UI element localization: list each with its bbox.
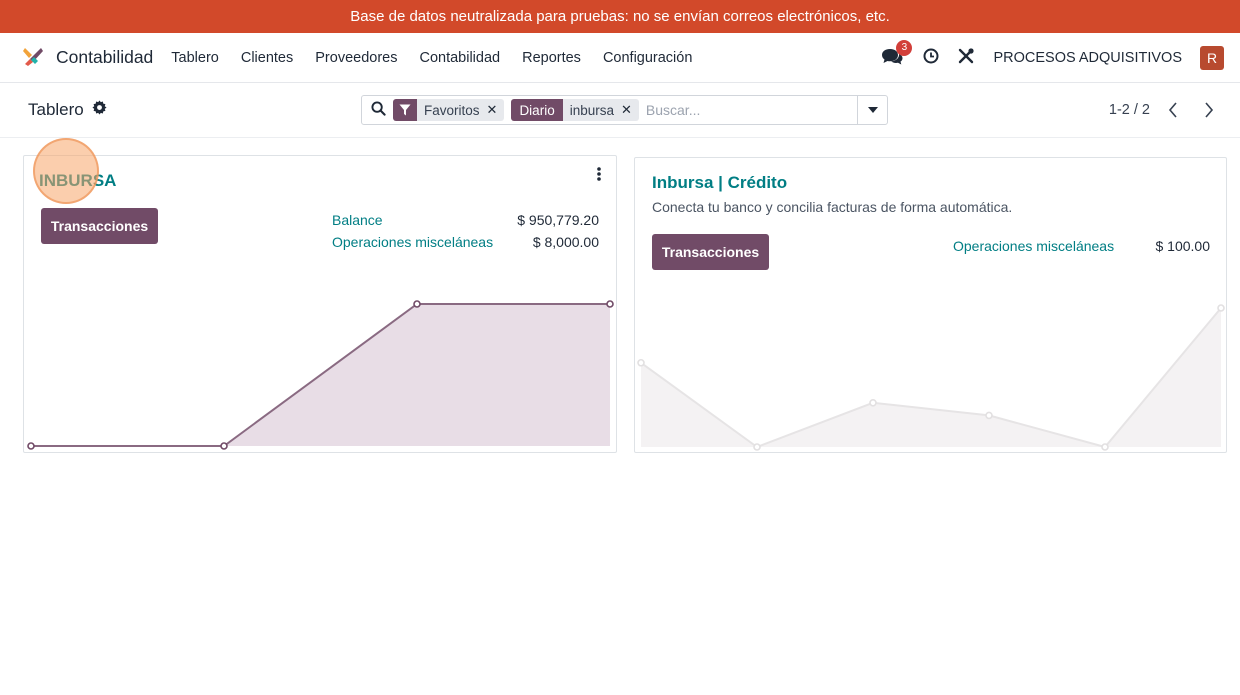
- company-switcher[interactable]: PROCESOS ADQUISITIVOS: [993, 50, 1182, 66]
- gear-icon[interactable]: [92, 100, 107, 120]
- menu-item-reportes[interactable]: Reportes: [522, 50, 581, 66]
- search-input[interactable]: [645, 102, 816, 118]
- banner-text: Base de datos neutralizada para pruebas:…: [350, 8, 890, 25]
- app-name: Contabilidad: [56, 47, 154, 67]
- user-avatar[interactable]: R: [1200, 45, 1224, 70]
- accounting-logo-icon: [22, 45, 44, 71]
- menu-item-tablero[interactable]: Tablero: [171, 50, 219, 66]
- chart-point: [606, 300, 614, 308]
- chart-point: [413, 300, 421, 308]
- chart-point: [985, 411, 993, 420]
- sample-area-chart[interactable]: [635, 158, 1228, 454]
- pager-value[interactable]: 1-2 / 2: [1109, 102, 1150, 118]
- menu-item-proveedores[interactable]: Proveedores: [315, 50, 397, 66]
- clock-icon[interactable]: [923, 48, 939, 68]
- facet-diario-values: inbursa ✕: [562, 99, 639, 121]
- chat-count-badge: 3: [896, 39, 913, 56]
- tools-icon[interactable]: [957, 47, 975, 69]
- facet-favoritos: Favoritos ✕: [393, 99, 505, 121]
- chart-point: [869, 398, 877, 407]
- facet-diario-tag: Diario: [511, 99, 563, 121]
- neutralized-database-banner: Base de datos neutralizada para pruebas:…: [0, 0, 1240, 33]
- app-brand[interactable]: Contabilidad: [22, 45, 153, 71]
- remove-facet-favoritos-icon[interactable]: ✕: [487, 102, 498, 118]
- chart-point: [753, 443, 761, 451]
- top-navbar: Contabilidad Tablero Clientes Proveedore…: [0, 33, 1240, 83]
- journal-card-inbursa-credito: Inbursa | Crédito Conecta tu banco y con…: [634, 157, 1227, 453]
- facet-diario: Diario inbursa ✕: [511, 99, 639, 121]
- menu-item-configuracion[interactable]: Configuración: [603, 50, 692, 66]
- facet-diario-label: inbursa: [569, 102, 614, 118]
- breadcrumb: Tablero: [28, 100, 107, 120]
- chevron-right-icon: [1205, 102, 1214, 118]
- menu-item-clientes[interactable]: Clientes: [241, 50, 293, 66]
- page-title: Tablero: [28, 100, 84, 119]
- chart-point: [1101, 443, 1109, 451]
- remove-facet-diario-icon[interactable]: ✕: [621, 102, 632, 118]
- caret-down-icon[interactable]: [857, 96, 887, 124]
- chart-point: [27, 442, 35, 450]
- search-icon[interactable]: [371, 101, 386, 119]
- facet-favoritos-label: Favoritos: [424, 102, 480, 118]
- control-panel: Tablero Favoritos ✕ Diario inbursa ✕ Bus…: [0, 83, 1240, 138]
- messaging-menu[interactable]: 3: [881, 39, 913, 70]
- facet-favoritos-values: Favoritos ✕: [417, 99, 505, 121]
- pager: 1-2 / 2: [1109, 96, 1222, 124]
- journal-card-inbursa: INBURSA Transacciones Balance $ 950,779.…: [23, 155, 617, 453]
- main-menu: Tablero Clientes Proveedores Contabilida…: [171, 50, 692, 66]
- balance-area-chart[interactable]: [24, 156, 618, 454]
- menu-item-contabilidad[interactable]: Contabilidad: [419, 50, 500, 66]
- systray: 3 PROCESOS ADQUISITIVOS R: [881, 39, 1224, 70]
- chat-icon: [881, 48, 903, 70]
- chart-point: [1217, 304, 1225, 312]
- filter-icon: [393, 99, 417, 121]
- chevron-left-icon: [1168, 102, 1177, 118]
- chart-point: [220, 442, 228, 450]
- pager-next-button[interactable]: [1196, 96, 1222, 124]
- pager-previous-button[interactable]: [1160, 96, 1186, 124]
- search-bar: Favoritos ✕ Diario inbursa ✕: [361, 95, 888, 125]
- chart-point: [637, 358, 645, 367]
